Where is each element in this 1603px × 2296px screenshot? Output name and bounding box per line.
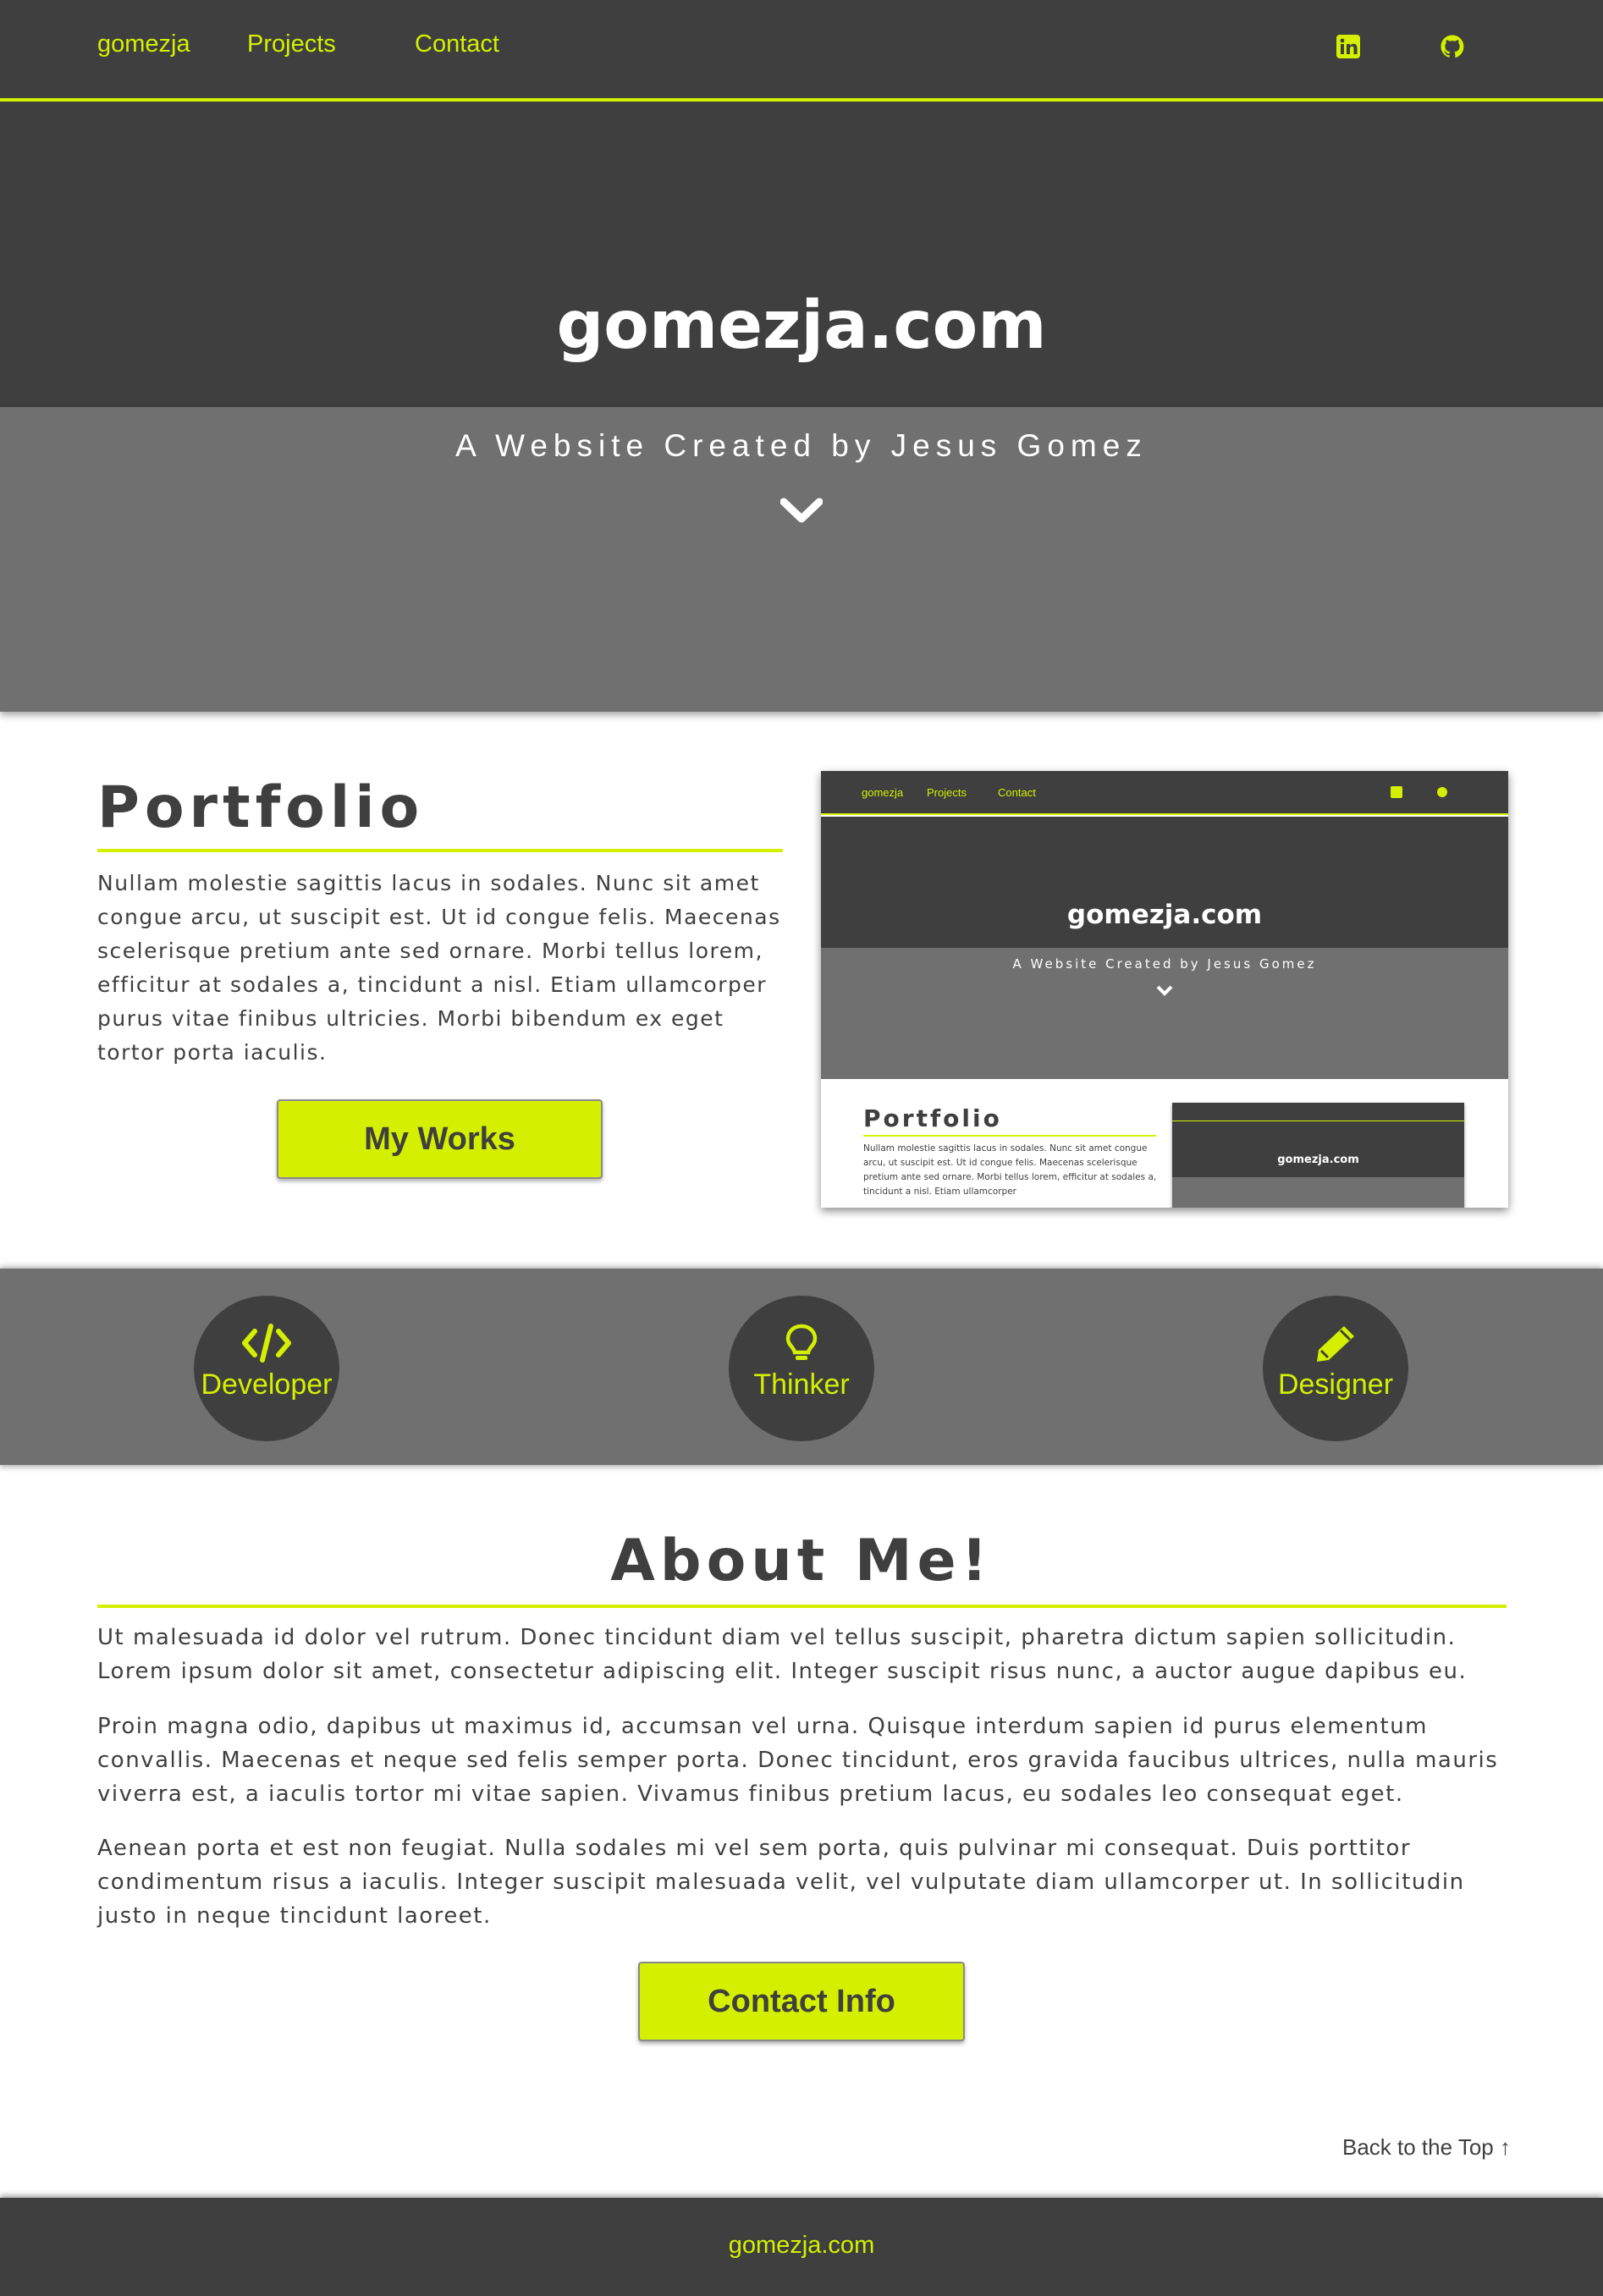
skill-label: Developer [201, 1368, 333, 1401]
preview-nav-brand: gomezja [862, 786, 904, 799]
skill-label: Designer [1277, 1368, 1394, 1401]
my-works-button[interactable]: My Works [277, 1099, 603, 1179]
preview-nav-contact: Contact [998, 786, 1036, 799]
about-paragraph: Aenean porta et est non feugiat. Nulla s… [97, 1836, 1465, 1929]
preview-chevron-icon [1156, 985, 1173, 996]
about-paragraph: Proin magna odio, dapibus ut maximus id,… [97, 1714, 1499, 1807]
skill-developer: Developer [194, 1296, 339, 1441]
footer-text: gomezja.com [728, 2232, 875, 2259]
portfolio-title: Portfolio [97, 774, 425, 841]
preview-github-icon [1437, 787, 1447, 797]
preview-subtitle: A Website Created by Jesus Gomez [1012, 956, 1317, 972]
back-to-top-link[interactable]: Back to the Top ↑ [1342, 2134, 1511, 2161]
about-paragraph: Ut malesuada id dolor vel rutrum. Donec … [97, 1625, 1468, 1684]
skill-designer: Designer [1263, 1296, 1408, 1441]
about-title: About Me! [610, 1528, 993, 1594]
arrow-up-icon: ↑ [1493, 2134, 1511, 2160]
github-icon[interactable] [1440, 34, 1465, 59]
nav-projects-link[interactable]: Projects [247, 30, 336, 58]
linkedin-icon[interactable] [1336, 34, 1361, 59]
contact-info-button[interactable]: Contact Info [638, 1962, 965, 2041]
preview-portfolio-title: Portfolio [863, 1104, 1002, 1132]
preview-nested-screenshot: gomezja.com [1172, 1103, 1464, 1208]
hero-title: gomezja.com [556, 288, 1047, 364]
lightbulb-icon [785, 1324, 818, 1360]
preview-linkedin-icon [1391, 786, 1402, 798]
top-navbar: gomezja Projects Contact [0, 0, 1603, 102]
preview-portfolio-divider [863, 1135, 1156, 1137]
website-preview-image: gomezja Projects Contact gomezja.com A W… [821, 771, 1508, 1208]
back-to-top-label: Back to the Top [1342, 2134, 1494, 2160]
nested-navbar [1172, 1103, 1464, 1121]
nested-title: gomezja.com [1277, 1154, 1359, 1166]
preview-nav-projects: Projects [927, 786, 967, 799]
chevron-down-icon[interactable] [780, 495, 823, 526]
skill-thinker: Thinker [729, 1296, 874, 1441]
preview-portfolio-text: Nullam molestie sagittis lacus in sodale… [863, 1143, 1157, 1197]
code-icon [242, 1324, 291, 1363]
pencil-icon [1317, 1326, 1354, 1362]
about-divider [97, 1605, 1507, 1608]
nav-brand-link[interactable]: gomezja [97, 30, 190, 58]
preview-title: gomezja.com [1066, 900, 1263, 930]
nav-contact-link[interactable]: Contact [415, 30, 499, 58]
skill-label: Thinker [753, 1368, 850, 1401]
nested-hero-bottom [1172, 1177, 1464, 1208]
preview-navbar: gomezja Projects Contact [821, 771, 1508, 815]
portfolio-text: Nullam molestie sagittis lacus in sodale… [97, 871, 781, 1065]
footer: gomezja.com [0, 2198, 1603, 2296]
hero-subtitle: A Website Created by Jesus Gomez [455, 428, 1148, 463]
portfolio-divider [97, 849, 783, 852]
